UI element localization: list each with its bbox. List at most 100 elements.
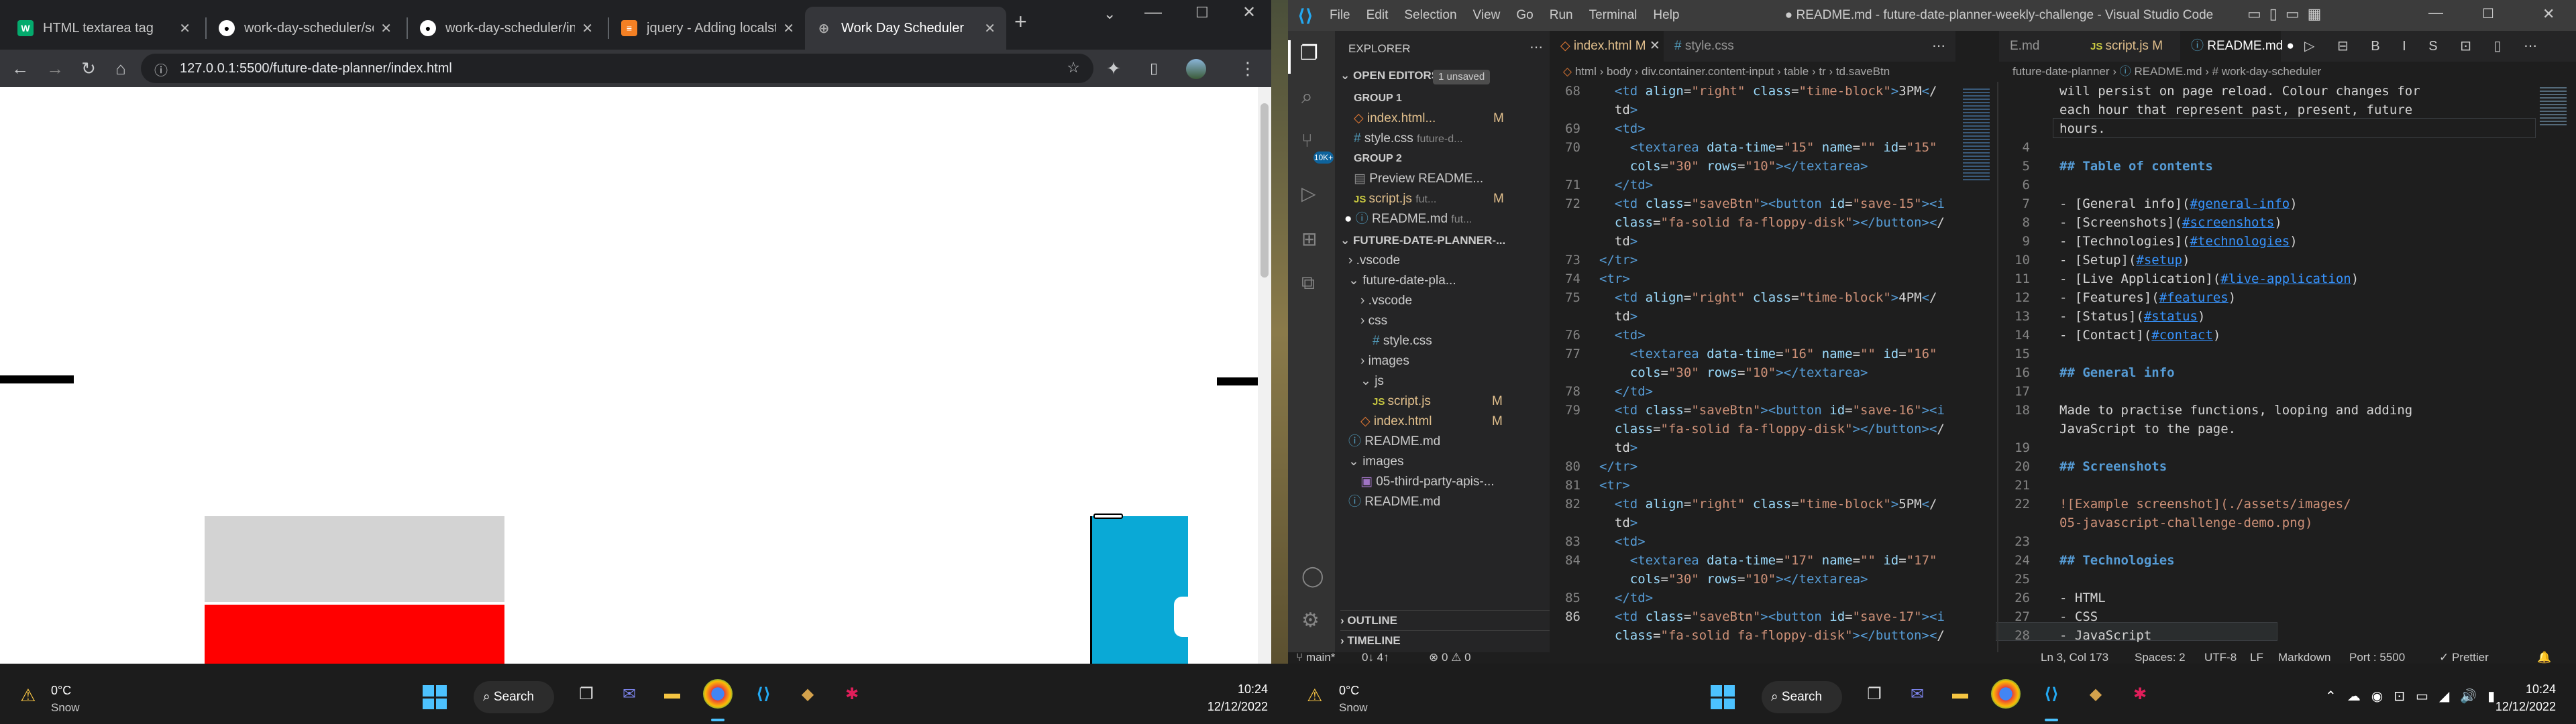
task-view-icon[interactable]: ❐ [572, 679, 601, 709]
tree-item[interactable]: › images [1360, 351, 1550, 371]
menu-view[interactable]: View [1473, 8, 1501, 23]
extensions-icon[interactable]: ✦ [1100, 50, 1127, 87]
tab-readme-md[interactable]: ⓘ README.md ● [2180, 31, 2294, 62]
cursor-position[interactable]: Ln 3, Col 173 [2041, 651, 2108, 664]
weather-temp[interactable]: 0°C [1339, 684, 1359, 698]
search-icon[interactable]: ⌕ [1301, 86, 1313, 109]
chrome-tab-1[interactable]: W HTML textarea tag ✕ [7, 7, 201, 50]
menu-selection[interactable]: Selection [1404, 8, 1456, 23]
close-tab-icon[interactable]: ✕ [984, 20, 996, 37]
tree-item[interactable]: ⌄ future-date-pla... [1348, 271, 1550, 291]
editor-more-icon[interactable]: ⋯ [1932, 38, 1945, 54]
save-button-blue[interactable] [1090, 516, 1188, 664]
encoding-status[interactable]: UTF-8 [2204, 651, 2237, 664]
forward-icon[interactable]: → [42, 50, 68, 87]
menu-help[interactable]: Help [1653, 8, 1679, 23]
chrome-tab-5-active[interactable]: ⊕ Work Day Scheduler ✕ [805, 7, 1006, 50]
github-desktop-icon[interactable]: ◆ [2081, 679, 2110, 709]
teams-chat-icon[interactable]: ✉ [1902, 679, 1932, 709]
tree-item[interactable]: ◇ index.html M [1360, 412, 1550, 432]
page-scrollbar[interactable] [1258, 87, 1271, 664]
problems-status[interactable]: ⊗ 0 ⚠ 0 [1429, 651, 1471, 664]
file-explorer-icon[interactable]: ▬ [1945, 679, 1975, 709]
scroll-thumb[interactable] [1260, 103, 1269, 278]
settings-gear-icon[interactable]: ⚙ [1301, 609, 1320, 632]
left-editor-code[interactable]: 68 <td align="right" class="time-block">… [1550, 82, 1945, 652]
breadcrumb-item[interactable]: README.md [2134, 65, 2202, 78]
remote-explorer-icon[interactable]: ⧉ [1301, 272, 1315, 294]
tab-search-icon[interactable]: ⌄ [1104, 5, 1116, 23]
eol-status[interactable]: LF [2250, 651, 2263, 664]
tree-item[interactable]: ⌄ js [1360, 371, 1550, 391]
chrome-taskbar-icon[interactable] [1991, 679, 2021, 709]
breadcrumb-item[interactable]: tr [1819, 65, 1825, 78]
branch-indicator[interactable]: ⑂ main* [1296, 651, 1335, 664]
menu-edit[interactable]: Edit [1366, 8, 1389, 23]
live-server-port[interactable]: Port : 5500 [2349, 651, 2405, 664]
account-icon[interactable]: ◯ [1301, 564, 1324, 588]
system-tray-icons[interactable]: ⌃☁◉⊡▭◢🔊▮ [2325, 688, 2506, 705]
close-tab-icon[interactable]: ✕ [783, 20, 794, 37]
start-windows-icon[interactable] [1711, 685, 1735, 709]
extensions-icon[interactable]: ⊞ [1301, 228, 1317, 250]
tree-item[interactable]: ⓘ README.md [1348, 432, 1550, 452]
close-tab-icon[interactable]: ✕ [179, 20, 191, 37]
notifications-bell-icon[interactable]: 🔔 [2537, 651, 2551, 664]
menu-go[interactable]: Go [1516, 8, 1533, 23]
left-minimap[interactable] [1959, 82, 1996, 652]
maximize-button[interactable]: ☐ [1195, 4, 1209, 21]
close-window-button[interactable]: ✕ [2542, 5, 2555, 23]
slack-icon[interactable]: ✱ [837, 679, 867, 709]
tree-item[interactable]: › css [1360, 311, 1550, 331]
home-icon[interactable]: ⌂ [107, 50, 134, 87]
open-editor-index-html[interactable]: ◇ index.html... M [1354, 109, 1550, 129]
bookmark-star-icon[interactable]: ☆ [1067, 59, 1080, 76]
minimize-button[interactable]: — [2428, 4, 2443, 21]
menu-run[interactable]: Run [1550, 8, 1573, 23]
timeline-header[interactable]: › TIMELINE [1340, 630, 1550, 650]
tree-item[interactable]: ⓘ README.md [1348, 492, 1550, 512]
weather-temp[interactable]: 0°C [51, 684, 71, 698]
tree-item[interactable]: JS script.js M [1373, 391, 1550, 412]
editor-split-divider[interactable] [1997, 82, 1998, 652]
reload-icon[interactable]: ↻ [75, 50, 102, 87]
clock-time[interactable]: 10:24 [2496, 682, 2556, 697]
slack-icon[interactable]: ✱ [2125, 679, 2155, 709]
open-editor-script-js[interactable]: JS script.js fut... M [1354, 189, 1550, 209]
right-minimap[interactable] [2536, 82, 2576, 652]
teams-chat-icon[interactable]: ✉ [614, 679, 644, 709]
breadcrumb-item[interactable]: future-date-planner [2012, 65, 2110, 78]
chrome-tab-3[interactable]: ● work-day-scheduler/inde ✕ [409, 7, 604, 50]
time-block-past[interactable] [205, 516, 504, 602]
prettier-status[interactable]: ✓ Prettier [2439, 651, 2489, 664]
task-view-icon[interactable]: ❐ [1860, 679, 1889, 709]
breadcrumb-item[interactable]: body [1607, 65, 1631, 78]
editor-actions[interactable]: ▷ ⊟ B I S ⊡ ▯ ⋯ [2304, 38, 2546, 54]
start-windows-icon[interactable] [423, 685, 447, 709]
github-desktop-icon[interactable]: ◆ [793, 679, 822, 709]
close-tab-icon[interactable]: ✕ [1650, 39, 1660, 53]
taskbar-search[interactable]: ⌕ Search [1762, 681, 1842, 713]
profile-avatar[interactable] [1186, 59, 1206, 79]
vscode-taskbar-icon[interactable]: ⟨⟩ [749, 679, 778, 709]
more-actions-icon[interactable]: ⋯ [1529, 39, 1543, 56]
chrome-tab-2[interactable]: ● work-day-scheduler/script ✕ [208, 7, 402, 50]
tab-index-html[interactable]: ◇ index.html M ✕ [1550, 31, 1664, 62]
explorer-icon[interactable]: ❐ [1300, 42, 1318, 65]
tab-style-css[interactable]: # style.css [1664, 31, 1764, 62]
time-block-present[interactable] [205, 605, 504, 664]
layout-toggle-icons[interactable]: ▭▯▭▦ [2247, 5, 2329, 23]
indentation-status[interactable]: Spaces: 2 [2135, 651, 2186, 664]
menu-file[interactable]: File [1330, 8, 1350, 23]
menu-terminal[interactable]: Terminal [1589, 8, 1638, 23]
side-panel-icon[interactable]: ▯ [1140, 50, 1167, 87]
breadcrumb-item[interactable]: div.container.content-input [1642, 65, 1774, 78]
close-tab-icon[interactable]: ✕ [380, 20, 392, 37]
breadcrumb-item[interactable]: table [1784, 65, 1809, 78]
outline-header[interactable]: › OUTLINE [1340, 610, 1550, 630]
tree-item[interactable]: # style.css [1373, 331, 1550, 351]
new-tab-button[interactable]: + [1014, 9, 1027, 34]
site-info-icon[interactable]: ⓘ [154, 60, 168, 79]
minimize-button[interactable]: — [1144, 1, 1162, 22]
open-editor-style-css[interactable]: # style.css future-d... [1354, 129, 1550, 149]
